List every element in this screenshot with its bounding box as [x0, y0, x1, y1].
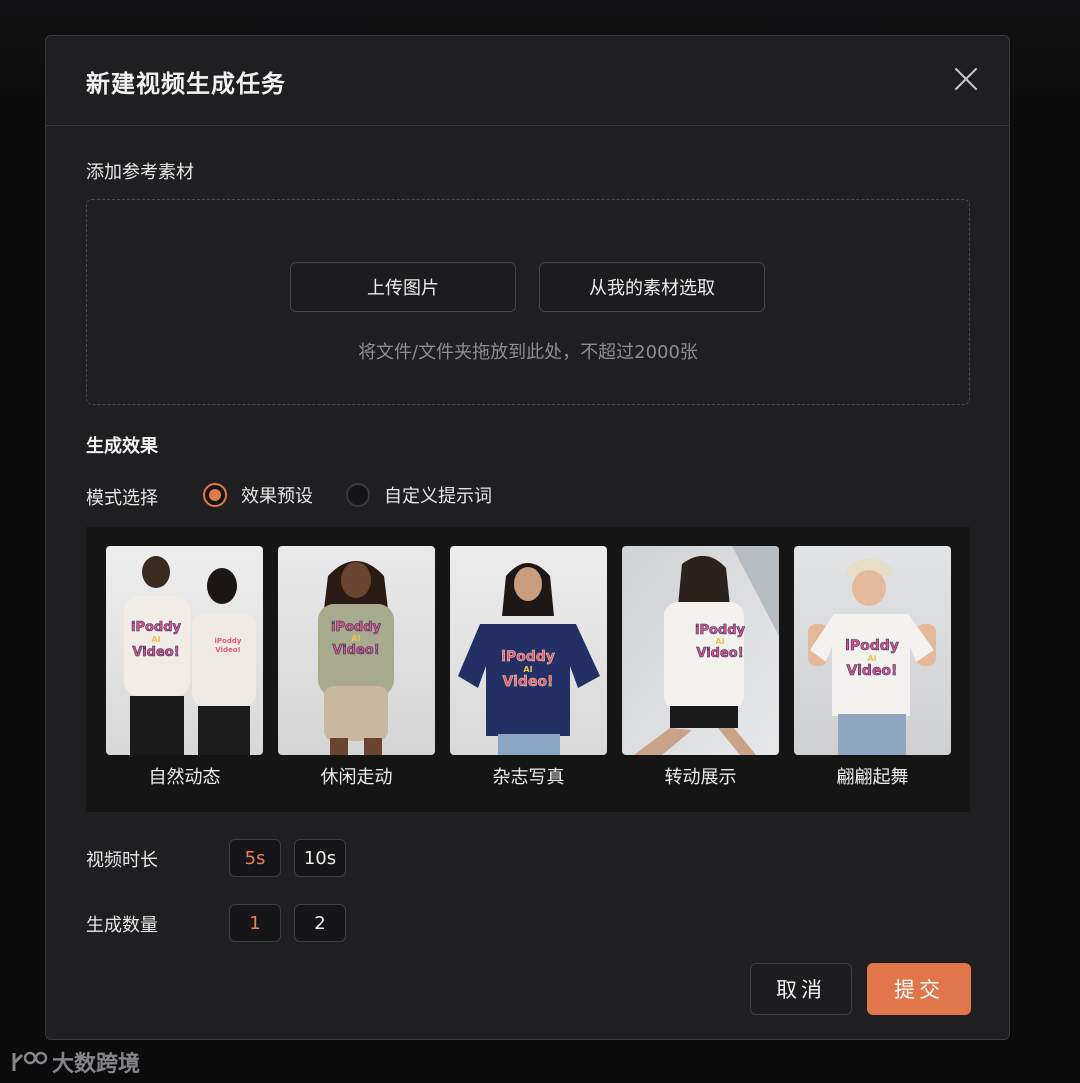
preset-thumbnail: iPoddy AI Video! [278, 546, 435, 755]
dropzone-hint: 将文件/文件夹拖放到此处，不超过2000张 [358, 342, 698, 363]
svg-text:iPoddy: iPoddy [215, 637, 242, 645]
preset-thumbnail: iPoddy AI Video! iPoddy Video! [106, 546, 263, 755]
preset-gallery: iPoddy AI Video! iPoddy Video! 自然动态 iPod… [86, 527, 970, 812]
preset-name: 转动展示 [664, 767, 737, 788]
svg-text:Video!: Video! [503, 674, 554, 690]
mode-radio-label: 自定义提示词 [384, 486, 492, 507]
close-icon[interactable] [953, 66, 979, 92]
svg-text:AI: AI [715, 637, 724, 646]
svg-text:iPoddy: iPoddy [331, 620, 382, 635]
svg-text:AI: AI [867, 654, 876, 663]
radio-checked-icon [203, 483, 227, 507]
count-option-2[interactable]: 2 [294, 904, 346, 942]
submit-button[interactable]: 提交 [867, 963, 971, 1015]
select-from-library-button[interactable]: 从我的素材选取 [539, 262, 765, 312]
preset-card-casual-walk[interactable]: iPoddy AI Video! 休闲走动 [278, 546, 435, 789]
preset-card-dance[interactable]: iPoddy AI Video! 翩翩起舞 [794, 546, 951, 789]
preset-thumbnail: iPoddy AI Video! [794, 546, 951, 755]
new-video-task-dialog: 新建视频生成任务 添加参考素材 上传图片 从我的素材选取 将文件/文件夹拖放到此… [45, 35, 1010, 1040]
svg-text:AI: AI [151, 635, 160, 644]
svg-text:Video!: Video! [332, 643, 379, 658]
duration-option-5s[interactable]: 5s [229, 839, 281, 877]
mode-radio-label: 效果预设 [241, 486, 313, 507]
preset-name: 杂志写真 [492, 767, 565, 788]
preset-card-rotate-show[interactable]: iPoddy AI Video! 转动展示 [622, 546, 779, 789]
svg-text:Video!: Video! [696, 646, 743, 661]
svg-text:iPoddy: iPoddy [131, 620, 182, 635]
svg-text:Video!: Video! [132, 645, 179, 660]
preset-thumbnail: iPoddy AI Video! [450, 546, 607, 755]
watermark-text: 大数跨境 [52, 1052, 141, 1077]
svg-text:iPoddy: iPoddy [501, 649, 555, 665]
preset-name: 自然动态 [148, 767, 221, 788]
mode-select-label: 模式选择 [86, 488, 158, 509]
svg-text:iPoddy: iPoddy [695, 623, 746, 638]
svg-text:AI: AI [351, 634, 360, 643]
count-label: 生成数量 [86, 915, 158, 936]
svg-text:iPoddy: iPoddy [845, 638, 899, 654]
dialog-title: 新建视频生成任务 [86, 70, 286, 98]
dialog-header: 新建视频生成任务 [46, 36, 1009, 126]
watermark: 大数跨境 [10, 1046, 140, 1078]
mode-radio-preset[interactable]: 效果预设 [203, 482, 313, 508]
preset-name: 休闲走动 [320, 767, 393, 788]
duration-label: 视频时长 [86, 850, 158, 871]
watermark-logo-icon [12, 1051, 48, 1071]
duration-option-10s[interactable]: 10s [294, 839, 346, 877]
preset-card-natural-motion[interactable]: iPoddy AI Video! iPoddy Video! 自然动态 [106, 546, 263, 789]
preset-card-magazine-shoot[interactable]: iPoddy AI Video! 杂志写真 [450, 546, 607, 789]
effect-section-title: 生成效果 [86, 436, 158, 457]
preset-name: 翩翩起舞 [836, 767, 909, 788]
svg-text:AI: AI [523, 665, 532, 674]
cancel-button[interactable]: 取消 [750, 963, 852, 1015]
svg-text:Video!: Video! [847, 663, 898, 679]
mode-radio-custom-prompt[interactable]: 自定义提示词 [346, 482, 492, 508]
upload-dropzone[interactable]: 上传图片 从我的素材选取 将文件/文件夹拖放到此处，不超过2000张 [86, 199, 970, 405]
svg-text:Video!: Video! [215, 646, 240, 654]
count-option-1[interactable]: 1 [229, 904, 281, 942]
upload-image-button[interactable]: 上传图片 [290, 262, 516, 312]
reference-label: 添加参考素材 [86, 162, 194, 183]
radio-unchecked-icon [346, 483, 370, 507]
preset-thumbnail: iPoddy AI Video! [622, 546, 779, 755]
